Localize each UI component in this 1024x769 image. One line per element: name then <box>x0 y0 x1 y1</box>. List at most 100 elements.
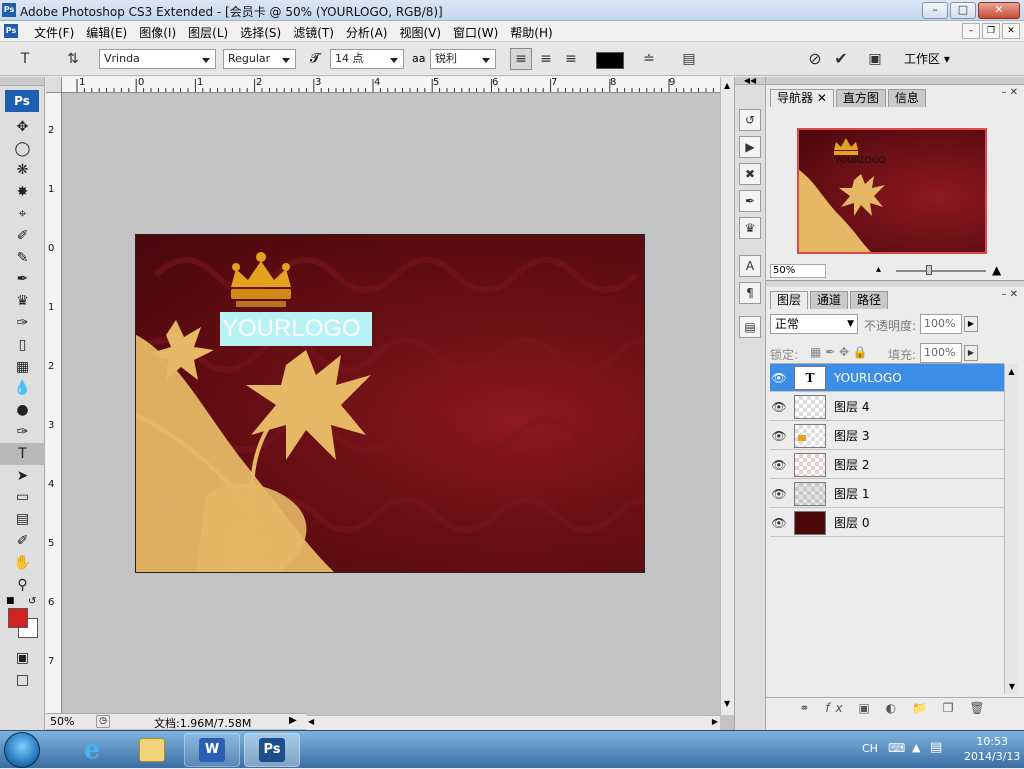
network-icon[interactable]: ▤ <box>930 740 942 755</box>
foreground-color-swatch[interactable] <box>8 607 28 628</box>
text-orientation-icon[interactable]: ⇅ <box>62 48 84 70</box>
navigator-zoom-input[interactable]: 50% <box>770 264 826 278</box>
ime-indicator[interactable]: CH <box>862 742 878 755</box>
menu-image[interactable]: 图像(I) <box>133 24 182 41</box>
tab-info[interactable]: 信息 <box>887 89 926 107</box>
minimize-button[interactable]: – <box>922 2 948 19</box>
menu-file[interactable]: 文件(F) <box>28 24 80 41</box>
healing-brush-tool-icon[interactable]: ✎ <box>0 247 45 269</box>
link-icon[interactable]: ⚭ <box>799 701 815 715</box>
warp-text-icon[interactable]: ≐ <box>638 48 660 70</box>
gradient-tool-icon[interactable]: ▦ <box>0 356 45 378</box>
taskbar-photoshop[interactable]: Ps <box>244 733 300 767</box>
text-color-swatch[interactable] <box>596 52 624 69</box>
zoom-level[interactable]: 50% <box>50 715 74 728</box>
tab-paths[interactable]: 路径 <box>850 291 889 309</box>
visibility-eye-icon[interactable]: 👁 <box>770 516 788 530</box>
lasso-tool-icon[interactable]: ❋ <box>0 160 45 182</box>
navigator-thumbnail[interactable]: YOURLOGO <box>797 128 987 254</box>
layer-row[interactable]: 👁 图层 0 <box>770 509 1004 537</box>
opacity-input[interactable]: 100% <box>920 314 962 334</box>
zoom-tool-icon[interactable]: ⚲ <box>0 574 45 596</box>
menu-view[interactable]: 视图(V) <box>393 24 447 41</box>
doc-close-button[interactable]: ✕ <box>1002 23 1020 39</box>
font-style-select[interactable]: Regular <box>223 49 296 69</box>
logo-text-layer[interactable]: YOURLOGO <box>220 312 372 346</box>
lock-icons[interactable]: ▦ ✒ ✥ 🔒 <box>810 345 868 359</box>
eraser-tool-icon[interactable]: ▯ <box>0 334 45 356</box>
doc-minimize-button[interactable]: – <box>962 23 980 39</box>
tab-navigator[interactable]: 导航器 ✕ <box>770 89 834 107</box>
toolbox-grip[interactable] <box>0 77 44 86</box>
opacity-arrow-icon[interactable]: ▶ <box>964 316 978 332</box>
tool-presets-icon[interactable]: ✖ <box>739 163 761 185</box>
clone-stamp-tool-icon[interactable]: ♛ <box>0 290 45 312</box>
swap-colors-icon[interactable]: ↺ <box>28 596 36 607</box>
align-left-icon[interactable]: ≡ <box>510 48 532 70</box>
horizontal-scrollbar[interactable]: ◀ ▶ <box>306 715 720 730</box>
menu-edit[interactable]: 编辑(E) <box>80 24 133 41</box>
tab-layers[interactable]: 图层 <box>770 291 809 309</box>
vertical-scrollbar[interactable]: ▲ ▼ <box>720 77 734 715</box>
fill-arrow-icon[interactable]: ▶ <box>964 345 978 361</box>
character-panel-icon[interactable]: A <box>739 255 761 277</box>
hand-tool-icon[interactable]: ✋ <box>0 552 45 574</box>
character-panel-icon[interactable]: ▤ <box>678 48 700 70</box>
status-menu-arrow-icon[interactable]: ▶ <box>289 715 297 726</box>
menu-filter[interactable]: 滤镜(T) <box>287 24 340 41</box>
clone-source-icon[interactable]: ♛ <box>739 217 761 239</box>
clock[interactable]: 10:53 2014/3/13 <box>964 734 1020 764</box>
type-tool-preset-icon[interactable]: T <box>14 48 36 70</box>
group-icon[interactable]: 📁 <box>912 701 933 715</box>
panel-menu-icon[interactable]: – ✕ <box>1001 87 1018 98</box>
quick-mask-icon[interactable]: ▣ <box>0 648 45 670</box>
font-size-select[interactable]: 14 点 <box>330 49 404 69</box>
visibility-eye-icon[interactable]: 👁 <box>770 371 788 385</box>
fill-input[interactable]: 100% <box>920 343 962 363</box>
commit-icon[interactable]: ✔ <box>830 48 852 70</box>
maximize-button[interactable]: □ <box>950 2 976 19</box>
menu-help[interactable]: 帮助(H) <box>504 24 558 41</box>
layer-row[interactable]: 👁 图层 3 <box>770 422 1004 450</box>
menu-analysis[interactable]: 分析(A) <box>340 24 394 41</box>
antialias-select[interactable]: 锐利 <box>430 49 496 69</box>
notes-tool-icon[interactable]: ▤ <box>0 508 45 530</box>
type-tool-icon[interactable]: T <box>0 442 45 465</box>
taskbar-internet-explorer[interactable]: e <box>64 733 120 767</box>
color-sampler-tool-icon[interactable]: ✐ <box>0 530 45 552</box>
layers-panel-menu-icon[interactable]: – ✕ <box>1001 289 1018 300</box>
layer-row[interactable]: 👁 图层 2 <box>770 451 1004 479</box>
document-canvas[interactable]: YOURLOGO <box>135 234 645 573</box>
visibility-eye-icon[interactable]: 👁 <box>770 429 788 443</box>
new-layer-icon[interactable]: ❐ <box>943 701 960 715</box>
close-button[interactable]: ✕ <box>978 2 1020 19</box>
blur-tool-icon[interactable]: 💧 <box>0 378 45 400</box>
dodge-tool-icon[interactable]: ● <box>0 399 45 421</box>
history-panel-icon[interactable]: ↺ <box>739 109 761 131</box>
cancel-icon[interactable]: ⊘ <box>804 48 826 70</box>
layer-row[interactable]: 👁 图层 1 <box>770 480 1004 508</box>
magic-wand-tool-icon[interactable]: ✸ <box>0 181 45 203</box>
pen-tool-icon[interactable]: ✑ <box>0 421 45 443</box>
layers-scrollbar[interactable]: ▲ ▼ <box>1004 364 1018 694</box>
taskbar-word[interactable]: W <box>184 733 240 767</box>
crop-tool-icon[interactable]: ⌖ <box>0 203 45 225</box>
visibility-eye-icon[interactable]: 👁 <box>770 400 788 414</box>
history-brush-tool-icon[interactable]: ✑ <box>0 312 45 334</box>
layer-row[interactable]: 👁 图层 4 <box>770 393 1004 421</box>
bridge-icon[interactable]: ▣ <box>864 48 886 70</box>
menu-select[interactable]: 选择(S) <box>234 24 287 41</box>
adjustment-icon[interactable]: ◐ <box>886 701 902 715</box>
status-info-icon[interactable]: ◷ <box>96 715 110 728</box>
zoom-out-icon[interactable]: ▴ <box>876 264 881 275</box>
shape-tool-icon[interactable]: ▭ <box>0 487 45 509</box>
taskbar-file-explorer[interactable] <box>124 733 180 767</box>
move-tool-icon[interactable]: ✥ <box>0 116 45 138</box>
tab-channels[interactable]: 通道 <box>810 291 849 309</box>
brush-tool-icon[interactable]: ✒ <box>0 269 45 291</box>
marquee-tool-icon[interactable]: ◯ <box>0 138 45 160</box>
menu-layer[interactable]: 图层(L) <box>182 24 234 41</box>
trash-icon[interactable]: 🗑 <box>969 701 990 715</box>
fx-icon[interactable]: fx <box>825 701 848 715</box>
brushes-panel-icon[interactable]: ✒ <box>739 190 761 212</box>
